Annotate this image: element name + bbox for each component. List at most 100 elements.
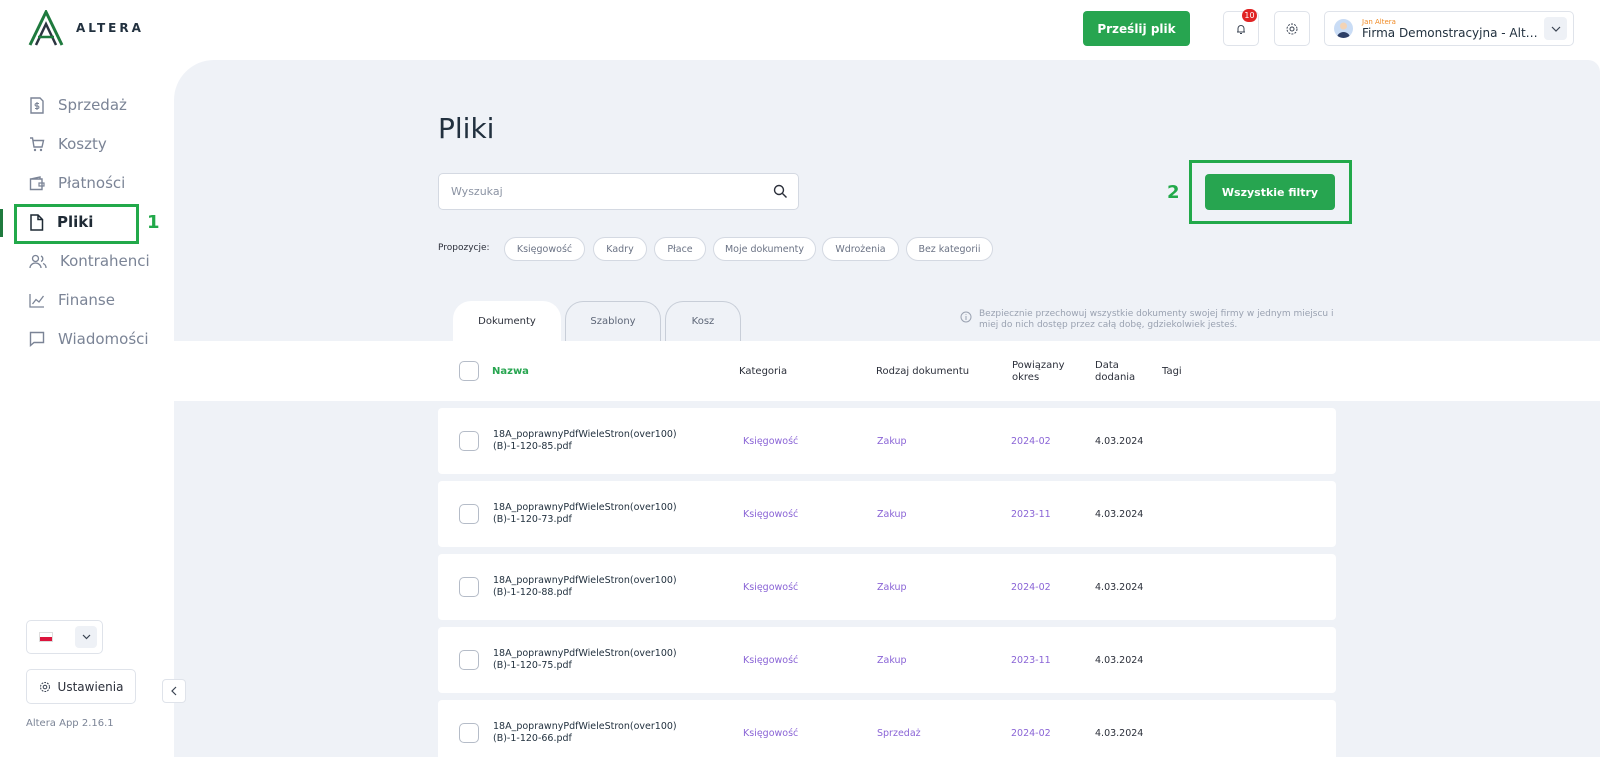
search-input[interactable] xyxy=(451,185,751,198)
row-date-added: 4.03.2024 xyxy=(1095,728,1144,739)
table-header: Nazwa Kategoria Rodzaj dokumentu Powiąza… xyxy=(174,341,1600,401)
settings-button[interactable]: Ustawienia xyxy=(26,669,136,704)
row-category[interactable]: Księgowość xyxy=(743,436,798,447)
settings-gear-button[interactable] xyxy=(1274,11,1310,46)
row-period[interactable]: 2024-02 xyxy=(1011,582,1051,593)
brand-logo[interactable]: ALTERA xyxy=(26,10,144,46)
row-date-added: 4.03.2024 xyxy=(1095,655,1144,666)
tab-szablony[interactable]: Szablony xyxy=(565,301,661,341)
search-field[interactable] xyxy=(438,173,799,210)
annotation-number-2: 2 xyxy=(1167,182,1180,203)
sidebar-item-platnosci[interactable]: Płatności xyxy=(29,174,125,192)
row-doc-type[interactable]: Zakup xyxy=(877,509,907,520)
file-name-line2: (B)-1-120-85.pdf xyxy=(493,441,572,452)
suggestion-chip-bez-kategorii[interactable]: Bez kategorii xyxy=(906,237,993,261)
file-name-line2: (B)-1-120-73.pdf xyxy=(493,514,572,525)
user-avatar-icon xyxy=(1337,22,1350,38)
file-name-line2: (B)-1-120-88.pdf xyxy=(493,587,572,598)
table-row[interactable]: 18A_poprawnyPdfWieleStron(over100) (B)-1… xyxy=(438,408,1336,474)
column-header-period-line1: Powiązany xyxy=(1012,360,1065,371)
suggestion-chip-place[interactable]: Płace xyxy=(654,237,706,261)
column-header-date-line1: Data xyxy=(1095,360,1119,371)
annotation-number-1: 1 xyxy=(147,212,160,233)
altera-logo-icon xyxy=(28,10,64,46)
company-dropdown-toggle[interactable] xyxy=(1544,17,1567,40)
notifications-badge: 10 xyxy=(1242,9,1257,22)
table-row[interactable]: 18A_poprawnyPdfWieleStron(over100) (B)-1… xyxy=(438,554,1336,620)
column-header-period[interactable]: Powiązany okres xyxy=(1012,360,1065,384)
column-header-doc-type[interactable]: Rodzaj dokumentu xyxy=(876,366,969,378)
poland-flag-icon xyxy=(39,632,53,642)
row-checkbox[interactable] xyxy=(459,650,479,670)
tab-dokumenty[interactable]: Dokumenty xyxy=(453,301,561,341)
sidebar-item-sprzedaz[interactable]: Sprzedaż xyxy=(29,96,127,114)
row-checkbox[interactable] xyxy=(459,723,479,743)
row-category[interactable]: Księgowość xyxy=(743,582,798,593)
row-checkbox[interactable] xyxy=(459,431,479,451)
highlight-box-2 xyxy=(1189,160,1352,224)
app-version: Altera App 2.16.1 xyxy=(26,718,114,729)
row-doc-type[interactable]: Zakup xyxy=(877,582,907,593)
row-period[interactable]: 2023-11 xyxy=(1011,509,1051,520)
column-header-name[interactable]: Nazwa xyxy=(492,366,529,378)
sidebar-item-label: Kontrahenci xyxy=(60,252,150,270)
collapse-sidebar-button[interactable] xyxy=(162,679,186,703)
row-category[interactable]: Księgowość xyxy=(743,728,798,739)
gear-icon xyxy=(1286,23,1298,34)
row-period[interactable]: 2023-11 xyxy=(1011,655,1051,666)
language-dropdown-toggle[interactable] xyxy=(75,626,97,648)
column-header-tags[interactable]: Tagi xyxy=(1162,366,1182,378)
upload-file-button[interactable]: Prześlij plik xyxy=(1083,11,1190,46)
suggestion-chip-wdrozenia[interactable]: Wdrożenia xyxy=(822,237,899,261)
column-header-period-line2: okres xyxy=(1012,372,1040,383)
row-checkbox[interactable] xyxy=(459,504,479,524)
tab-kosz[interactable]: Kosz xyxy=(665,301,741,341)
sidebar-item-label: Finanse xyxy=(58,291,115,309)
bell-icon xyxy=(1237,24,1245,34)
row-period[interactable]: 2024-02 xyxy=(1011,728,1051,739)
file-name-line1: 18A_poprawnyPdfWieleStron(over100) xyxy=(493,648,677,659)
chart-line-icon xyxy=(29,293,45,308)
sidebar-item-finanse[interactable]: Finanse xyxy=(29,291,115,309)
sidebar-item-label: Płatności xyxy=(58,174,126,192)
file-name[interactable]: 18A_poprawnyPdfWieleStron(over100) (B)-1… xyxy=(493,648,723,672)
row-doc-type[interactable]: Zakup xyxy=(877,655,907,666)
suggestion-chip-moje-dokumenty[interactable]: Moje dokumenty xyxy=(713,237,816,261)
notifications-button[interactable]: 10 xyxy=(1223,9,1259,46)
file-name[interactable]: 18A_poprawnyPdfWieleStron(over100) (B)-1… xyxy=(493,575,723,599)
active-indicator xyxy=(0,209,3,237)
company-name: Firma Demonstracyjna - Altera xyxy=(1362,25,1542,40)
dollar-doc-icon xyxy=(30,96,44,114)
table-row[interactable]: 18A_poprawnyPdfWieleStron(over100) (B)-1… xyxy=(438,627,1336,693)
row-doc-type[interactable]: Zakup xyxy=(877,436,907,447)
search-icon[interactable] xyxy=(773,184,788,199)
column-header-date-line2: dodania xyxy=(1095,372,1136,383)
sidebar-item-label: Wiadomości xyxy=(58,330,149,348)
user-name: Jan Altera xyxy=(1362,17,1396,26)
sidebar-item-koszty[interactable]: Koszty xyxy=(29,135,107,153)
row-doc-type[interactable]: Sprzedaż xyxy=(877,728,921,739)
message-icon xyxy=(29,331,45,347)
row-category[interactable]: Księgowość xyxy=(743,509,798,520)
language-selector[interactable] xyxy=(26,620,103,654)
file-name[interactable]: 18A_poprawnyPdfWieleStron(over100) (B)-1… xyxy=(493,502,723,526)
select-all-checkbox[interactable] xyxy=(459,361,479,381)
file-name[interactable]: 18A_poprawnyPdfWieleStron(over100) (B)-1… xyxy=(493,721,723,745)
file-name-line2: (B)-1-120-66.pdf xyxy=(493,733,572,744)
suggestion-chip-kadry[interactable]: Kadry xyxy=(593,237,647,261)
column-header-date-added[interactable]: Data dodania xyxy=(1095,360,1135,384)
table-row[interactable]: 18A_poprawnyPdfWieleStron(over100) (B)-1… xyxy=(438,700,1336,757)
user-company-selector[interactable]: Jan Altera Firma Demonstracyjna - Altera xyxy=(1324,11,1574,46)
table-row[interactable]: 18A_poprawnyPdfWieleStron(over100) (B)-1… xyxy=(438,481,1336,547)
info-text: Bezpiecznie przechowuj wszystkie dokumen… xyxy=(979,309,1334,330)
row-checkbox[interactable] xyxy=(459,577,479,597)
info-message: Bezpiecznie przechowuj wszystkie dokumen… xyxy=(960,309,1340,331)
column-header-category[interactable]: Kategoria xyxy=(739,366,787,378)
file-name[interactable]: 18A_poprawnyPdfWieleStron(over100) (B)-1… xyxy=(493,429,723,453)
sidebar-item-kontrahenci[interactable]: Kontrahenci xyxy=(29,252,150,270)
sidebar-item-wiadomosci[interactable]: Wiadomości xyxy=(29,330,149,348)
row-category[interactable]: Księgowość xyxy=(743,655,798,666)
suggestion-chip-ksiegowosc[interactable]: Księgowość xyxy=(504,237,585,261)
row-period[interactable]: 2024-02 xyxy=(1011,436,1051,447)
row-date-added: 4.03.2024 xyxy=(1095,436,1144,447)
